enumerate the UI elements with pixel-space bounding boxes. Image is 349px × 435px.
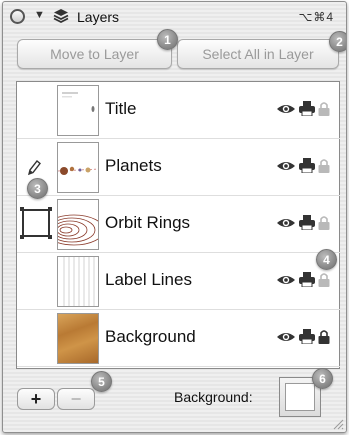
add-layer-button[interactable]: +	[17, 388, 55, 410]
callout-badge: 2	[329, 31, 346, 52]
select-all-in-layer-button[interactable]: Select All in Layer	[177, 39, 339, 69]
background-color-swatch	[285, 383, 315, 411]
lock-icon[interactable]	[318, 101, 330, 116]
window-title: Layers	[77, 9, 120, 25]
layer-thumbnail	[57, 313, 99, 364]
eye-icon[interactable]	[276, 273, 296, 287]
printer-icon[interactable]	[299, 329, 315, 344]
close-button[interactable]	[10, 9, 25, 24]
layer-thumbnail	[57, 256, 99, 307]
printer-icon[interactable]	[299, 101, 315, 116]
eye-icon[interactable]	[276, 159, 296, 173]
callout-badge: 3	[27, 178, 48, 199]
callout-badge: 5	[91, 371, 112, 392]
selection-indicator-icon[interactable]	[20, 207, 50, 239]
printer-icon[interactable]	[299, 272, 315, 287]
callout-badge: 6	[312, 368, 333, 389]
layer-name[interactable]: Title	[105, 99, 137, 119]
lock-icon[interactable]	[318, 329, 330, 344]
layer-thumbnail	[57, 142, 99, 193]
layer-row-title[interactable]: Title	[17, 82, 340, 139]
layer-name[interactable]: Label Lines	[105, 270, 192, 290]
lock-icon[interactable]	[318, 215, 330, 230]
layer-thumbnail	[57, 199, 99, 250]
layers-panel: ▼ Layers ⌥⌘4 Move to Layer Select All in…	[2, 1, 347, 433]
keyboard-shortcut: ⌥⌘4	[298, 10, 334, 24]
move-to-layer-button[interactable]: Move to Layer	[17, 39, 172, 69]
callout-badge: 1	[157, 29, 178, 50]
layer-thumbnail	[57, 85, 99, 136]
layers-stack-icon	[53, 9, 69, 24]
title-bar: ▼ Layers ⌥⌘4	[3, 2, 346, 31]
lock-icon[interactable]	[318, 158, 330, 173]
lock-icon[interactable]	[318, 272, 330, 287]
resize-grip-icon[interactable]	[332, 418, 344, 430]
layer-name[interactable]: Background	[105, 327, 196, 347]
remove-layer-button[interactable]: −	[57, 388, 95, 410]
printer-icon[interactable]	[299, 158, 315, 173]
pencil-icon	[27, 159, 41, 176]
layer-row-planets[interactable]: Planets	[17, 139, 340, 196]
eye-icon[interactable]	[276, 330, 296, 344]
layer-list: Title Planets Orbit Rings Label Lines Ba…	[16, 81, 340, 369]
eye-icon[interactable]	[276, 102, 296, 116]
collapse-triangle-icon[interactable]: ▼	[34, 10, 45, 21]
layer-name[interactable]: Orbit Rings	[105, 213, 190, 233]
callout-badge: 4	[316, 249, 337, 270]
layer-row-label-lines[interactable]: Label Lines	[17, 253, 340, 310]
layer-row-orbit-rings[interactable]: Orbit Rings	[17, 196, 340, 253]
printer-icon[interactable]	[299, 215, 315, 230]
layer-name[interactable]: Planets	[105, 156, 162, 176]
eye-icon[interactable]	[276, 216, 296, 230]
layer-row-background[interactable]: Background	[17, 310, 340, 367]
background-label: Background:	[174, 389, 253, 405]
